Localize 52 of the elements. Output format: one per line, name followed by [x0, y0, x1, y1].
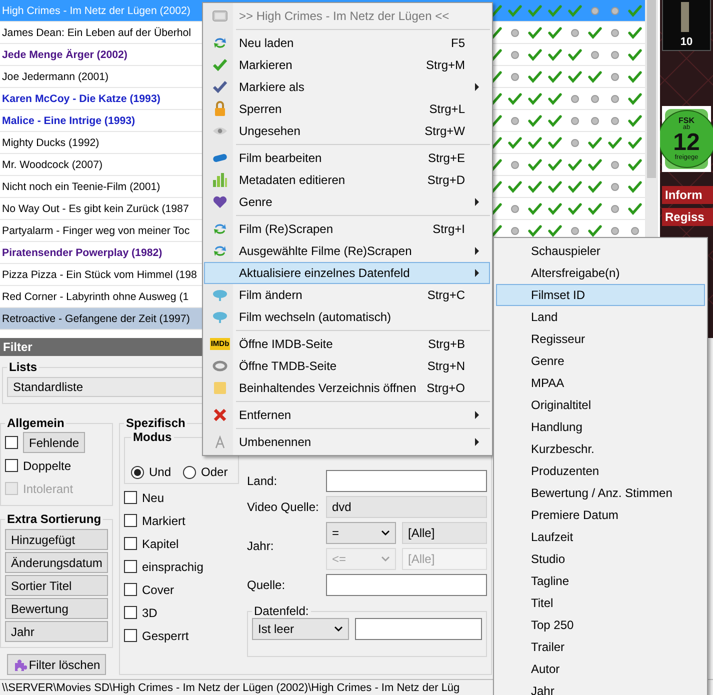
- movie-title: Jede Menge Ärger (2002): [2, 48, 128, 60]
- shortcut-text: Strg+N: [427, 359, 465, 373]
- shortcut-text: Strg+D: [427, 173, 465, 187]
- checkbox-label: Kapitel: [142, 536, 179, 550]
- movie-title: Piratensender Powerplay (1982): [2, 246, 162, 258]
- shortcut-text: Strg+C: [427, 288, 465, 302]
- group-label: Spezifisch: [125, 416, 186, 430]
- radio-label: Und: [149, 465, 172, 479]
- file-path: \\SERVER\Movies SD\High Crimes - Im Netz der Lügen (2002)\High Crimes - Im Netz der Lüg: [1, 681, 460, 695]
- radio-label: Oder: [201, 465, 228, 479]
- movie-title: Malice - Eine Intrige (1993): [2, 114, 136, 126]
- movie-title: Pizza Pizza - Ein Stück vom Himmel (198: [2, 268, 197, 280]
- movie-title: Karen McCoy - Die Katze (1993): [2, 92, 160, 104]
- rating-number: 12: [673, 131, 700, 155]
- movie-title: Partyalarm - Finger weg von meiner Toc: [2, 224, 190, 236]
- checkbox-label: Neu: [142, 490, 164, 504]
- group-label: Allgemein: [6, 416, 66, 430]
- movie-title: No Way Out - Es gibt kein Zurück (1987: [2, 202, 189, 214]
- rating-text: FSK: [678, 116, 694, 124]
- movie-title: Mighty Ducks (1992): [2, 136, 100, 148]
- shortcut-text: Strg+B: [428, 337, 465, 351]
- shortcut-text: Strg+E: [428, 151, 465, 165]
- checkbox-label: einsprachig: [142, 560, 204, 574]
- movie-title: James Dean: Ein Leben auf der Überhol: [2, 26, 192, 38]
- field-label: Land:: [247, 474, 278, 488]
- field-label: Quelle:: [247, 578, 286, 592]
- checkbox-label: Cover: [142, 582, 174, 596]
- shortcut-text: Strg+M: [426, 58, 465, 72]
- menu-header: >> High Crimes - Im Netz der Lügen <<: [204, 5, 490, 27]
- group-label: Lists: [8, 360, 38, 374]
- field-label: Jahr:: [247, 539, 275, 553]
- checkbox-label: Doppelte: [23, 458, 72, 472]
- movie-title: Mr. Woodcock (2007): [2, 158, 102, 170]
- field-label: Video Quelle:: [247, 500, 320, 514]
- shortcut-text: Strg+I: [432, 222, 465, 236]
- shortcut-text: Strg+L: [429, 102, 465, 116]
- shortcut-text: Strg+O: [426, 381, 465, 395]
- checkbox-label: Markiert: [142, 514, 186, 528]
- movie-title: Joe Jedermann (2001): [2, 70, 109, 82]
- group-label: Extra Sortierung: [6, 512, 102, 526]
- movie-title: Red Corner - Labyrinth ohne Ausweg (1: [2, 290, 189, 302]
- group-label: Modus: [132, 430, 173, 444]
- movie-title: Retroactive - Gefangene der Zeit (1997): [2, 312, 190, 324]
- group-label: Datenfeld:: [253, 604, 310, 618]
- checkbox-label: 3D: [142, 606, 158, 620]
- shortcut-text: Strg+W: [424, 124, 465, 138]
- poster-caption: 10: [680, 36, 693, 50]
- shortcut-text: F5: [450, 36, 465, 50]
- checkbox-label: Intolerant: [23, 482, 74, 496]
- movie-title: Nicht noch ein Teenie-Film (2001): [2, 180, 160, 192]
- movie-title: High Crimes - Im Netz der Lügen (2002): [2, 4, 190, 16]
- checkbox-label: Gesperrt: [142, 628, 189, 642]
